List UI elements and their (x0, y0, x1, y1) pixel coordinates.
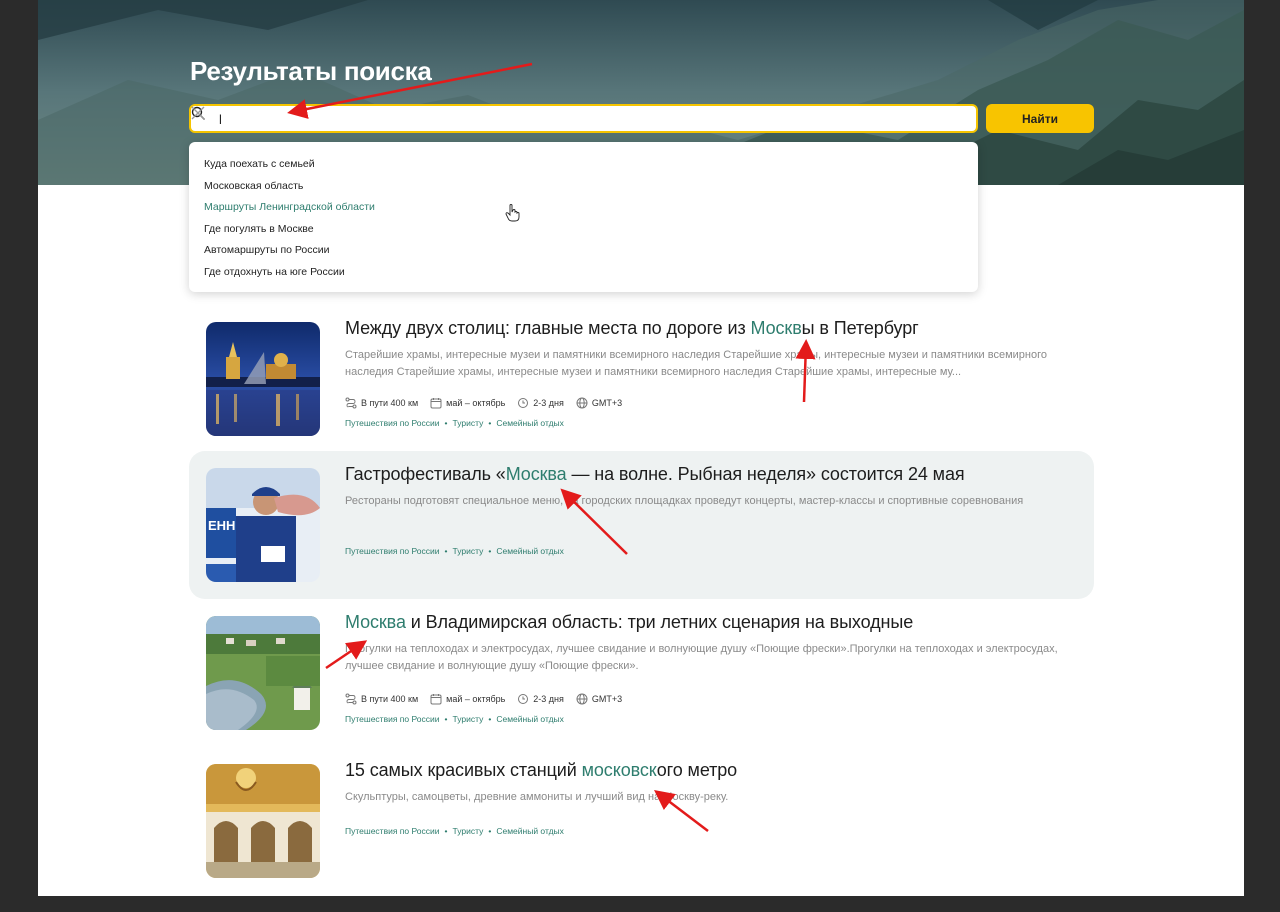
result-meta: В пути 400 км май – октябрь 2-3 дня GMT+… (345, 693, 622, 705)
tag-link[interactable]: Семейный отдых (496, 418, 564, 428)
result-card[interactable]: Между двух столиц: главные места по доро… (189, 305, 1094, 453)
result-description: Рестораны подготовят специальное меню, н… (345, 495, 1024, 507)
suggestion-item[interactable]: Куда поехать с семьей (189, 154, 978, 176)
meta-distance: В пути 400 км (345, 397, 418, 409)
page-title: Результаты поиска (190, 56, 432, 86)
result-description: Старейшие храмы, интересные музеи и памя… (345, 349, 1047, 378)
tag-link[interactable]: Туристу (453, 546, 484, 556)
clock-icon (518, 398, 529, 408)
meta-timezone: GMT+3 (576, 693, 622, 705)
tag-link[interactable]: Туристу (453, 826, 484, 836)
suggestion-item[interactable]: Автомаршруты по России (189, 240, 978, 262)
result-title[interactable]: Москва и Владимирская область: три летни… (345, 612, 913, 633)
search-highlight: Москва (345, 612, 406, 632)
search-highlight: Москва (505, 464, 567, 484)
clock-icon (518, 694, 529, 704)
tag-link[interactable]: Путешествия по России (345, 418, 440, 428)
calendar-icon (430, 398, 442, 409)
find-button[interactable]: Найти (986, 104, 1094, 133)
result-thumbnail-vladimir[interactable] (206, 616, 320, 730)
meta-timezone: GMT+3 (576, 397, 622, 409)
tag-link[interactable]: Туристу (453, 418, 484, 428)
cursor-hand-icon (505, 204, 520, 222)
meta-duration: 2-3 дня (517, 397, 564, 409)
result-description: Прогулки на теплоходах и электросудах, л… (345, 643, 1058, 672)
result-title[interactable]: Гастрофестиваль «Москва — на волне. Рыбн… (345, 464, 965, 485)
meta-duration: 2-3 дня (517, 693, 564, 705)
meta-season: май – октябрь (430, 397, 505, 409)
result-tags: Путешествия по России • Туристу • Семейный о… (345, 418, 564, 428)
result-title[interactable]: 15 самых красивых станций московского ме… (345, 760, 737, 781)
result-thumbnail-fish-week[interactable]: ЕНН (206, 468, 320, 582)
night-city-image (206, 322, 320, 436)
result-thumbnail-saint-petersburg[interactable] (206, 322, 320, 436)
svg-text:ЕНН: ЕНН (208, 518, 235, 533)
route-icon (345, 397, 357, 409)
tag-link[interactable]: Путешествия по России (345, 826, 440, 836)
search-input[interactable] (219, 109, 939, 129)
result-tags: Путешествия по России • Туристу • Семейный о… (345, 714, 564, 724)
tag-link[interactable]: Семейный отдых (496, 714, 564, 724)
result-card-highlighted[interactable]: ЕНН Гастрофестиваль «Москва — на волне. … (189, 451, 1094, 599)
result-tags: Путешествия по России • Туристу • Семейный о… (345, 546, 564, 556)
tag-link[interactable]: Путешествия по России (345, 714, 440, 724)
result-card[interactable]: 15 самых красивых станций московского ме… (189, 747, 1094, 895)
suggestion-item[interactable]: Где погулять в Москве (189, 219, 978, 241)
suggestion-item[interactable]: Где отдохнуть на юге России (189, 262, 978, 284)
route-icon (345, 693, 357, 705)
suggestion-item[interactable]: Московская область (189, 176, 978, 198)
tag-link[interactable]: Туристу (453, 714, 484, 724)
clear-icon[interactable] (191, 106, 205, 120)
result-title[interactable]: Между двух столиц: главные места по доро… (345, 318, 919, 339)
result-tags: Путешествия по России • Туристу • Семейный о… (345, 826, 564, 836)
meta-season: май – октябрь (430, 693, 505, 705)
tag-link[interactable]: Семейный отдых (496, 826, 564, 836)
result-meta: В пути 400 км май – октябрь 2-3 дня GMT+… (345, 397, 622, 409)
river-town-image (206, 616, 320, 730)
search-highlight: Москв (750, 318, 802, 338)
suggestions-dropdown: Куда поехать с семьей Московская область… (189, 142, 978, 292)
search-highlight: московск (581, 760, 657, 780)
result-description: Скульптуры, самоцветы, древние аммониты … (345, 791, 729, 803)
meta-distance: В пути 400 км (345, 693, 418, 705)
search-box[interactable] (189, 104, 978, 133)
globe-icon (576, 397, 588, 409)
metro-station-image (206, 764, 320, 878)
tag-link[interactable]: Семейный отдых (496, 546, 564, 556)
globe-icon (576, 693, 588, 705)
calendar-icon (430, 694, 442, 705)
result-thumbnail-metro[interactable] (206, 764, 320, 878)
fish-festival-image: ЕНН (206, 468, 320, 582)
tag-link[interactable]: Путешествия по России (345, 546, 440, 556)
page: Результаты поиска Найти (38, 0, 1244, 896)
result-card[interactable]: Москва и Владимирская область: три летни… (189, 599, 1094, 747)
suggestion-item-hovered[interactable]: Маршруты Ленинградской области (189, 197, 978, 219)
